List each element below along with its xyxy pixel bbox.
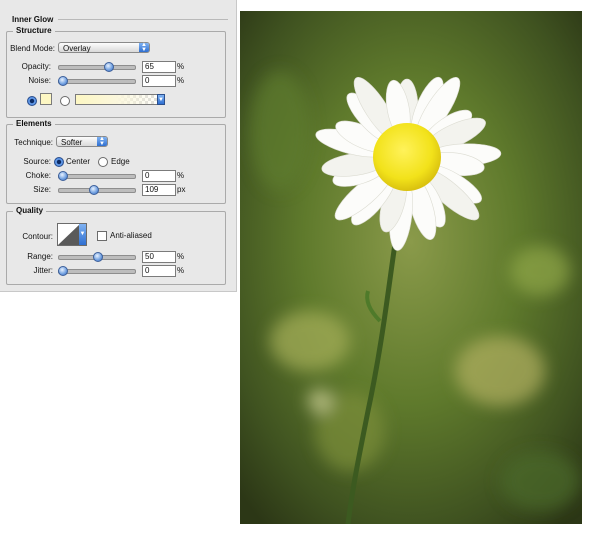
opacity-label: Opacity: <box>21 62 51 71</box>
range-slider-thumb[interactable] <box>93 252 103 262</box>
quality-group: Quality Contour: ▼ Anti-aliased Range: 5… <box>6 206 226 285</box>
jitter-slider[interactable] <box>58 266 136 276</box>
anti-aliased-checkbox[interactable] <box>97 231 107 241</box>
range-input[interactable]: 50 <box>142 251 176 263</box>
noise-unit: % <box>177 76 185 85</box>
inner-glow-panel: Inner Glow Structure Blend Mode: Overlay… <box>0 0 237 292</box>
jitter-unit: % <box>177 266 185 275</box>
solid-color-radio[interactable] <box>27 96 37 106</box>
source-edge-label: Edge <box>111 157 130 166</box>
structure-group: Structure Blend Mode: Overlay ▲ ▼ Opacity… <box>6 26 226 118</box>
anti-aliased-label: Anti-aliased <box>110 231 152 240</box>
source-label: Source: <box>23 157 51 166</box>
choke-unit: % <box>177 171 185 180</box>
source-center-label: Center <box>66 157 91 166</box>
size-slider[interactable] <box>58 185 136 195</box>
size-slider-thumb[interactable] <box>88 185 99 195</box>
source-edge-radio[interactable] <box>98 157 108 167</box>
noise-label: Noise: <box>28 76 51 85</box>
daisy-photo <box>240 11 582 524</box>
opacity-unit: % <box>177 62 185 71</box>
contour-picker[interactable]: ▼ <box>57 223 87 246</box>
contour-dropdown-arrow-icon[interactable]: ▼ <box>79 224 86 245</box>
choke-slider[interactable] <box>58 171 136 181</box>
quality-legend: Quality <box>13 206 47 215</box>
blend-mode-value: Overlay <box>63 44 91 53</box>
size-unit: px <box>177 185 186 194</box>
glow-color-swatch[interactable] <box>40 93 52 105</box>
select-arrows-icon: ▲ ▼ <box>97 136 107 147</box>
daisy-image <box>240 11 582 524</box>
technique-label: Technique: <box>14 138 53 147</box>
choke-slider-thumb[interactable] <box>58 171 68 181</box>
opacity-slider-thumb[interactable] <box>103 62 114 72</box>
blend-mode-label: Blend Mode: <box>10 44 55 53</box>
opacity-input[interactable]: 65 <box>142 61 176 73</box>
range-slider[interactable] <box>58 252 136 262</box>
noise-input[interactable]: 0 <box>142 75 176 87</box>
jitter-slider-thumb[interactable] <box>58 266 68 276</box>
gradient-radio[interactable] <box>60 96 70 106</box>
technique-select[interactable]: Softer ▲ ▼ <box>56 136 108 147</box>
opacity-slider[interactable] <box>58 62 136 72</box>
structure-legend: Structure <box>13 26 55 35</box>
gradient-dropdown-arrow-icon[interactable]: ▼ <box>157 94 165 105</box>
noise-slider-thumb[interactable] <box>58 76 68 86</box>
choke-input[interactable]: 0 <box>142 170 176 182</box>
technique-value: Softer <box>61 138 83 147</box>
choke-label: Choke: <box>25 171 51 180</box>
elements-legend: Elements <box>13 119 55 128</box>
jitter-label: Jitter: <box>33 266 53 275</box>
size-input[interactable]: 109 <box>142 184 176 196</box>
contour-preview-icon <box>58 224 80 245</box>
range-unit: % <box>177 252 185 261</box>
noise-slider[interactable] <box>58 76 136 86</box>
title-divider <box>58 19 228 20</box>
panel-title: Inner Glow <box>12 15 54 24</box>
daisy-center <box>373 123 441 191</box>
range-label: Range: <box>27 252 53 261</box>
source-center-radio[interactable] <box>54 157 64 167</box>
select-arrows-icon: ▲ ▼ <box>139 42 149 53</box>
gradient-preview[interactable] <box>75 94 165 105</box>
contour-label: Contour: <box>22 232 53 241</box>
jitter-input[interactable]: 0 <box>142 265 176 277</box>
size-label: Size: <box>33 185 51 194</box>
elements-group: Elements Technique: Softer ▲ ▼ Source: Ce… <box>6 119 226 204</box>
blend-mode-select[interactable]: Overlay ▲ ▼ <box>58 42 150 53</box>
